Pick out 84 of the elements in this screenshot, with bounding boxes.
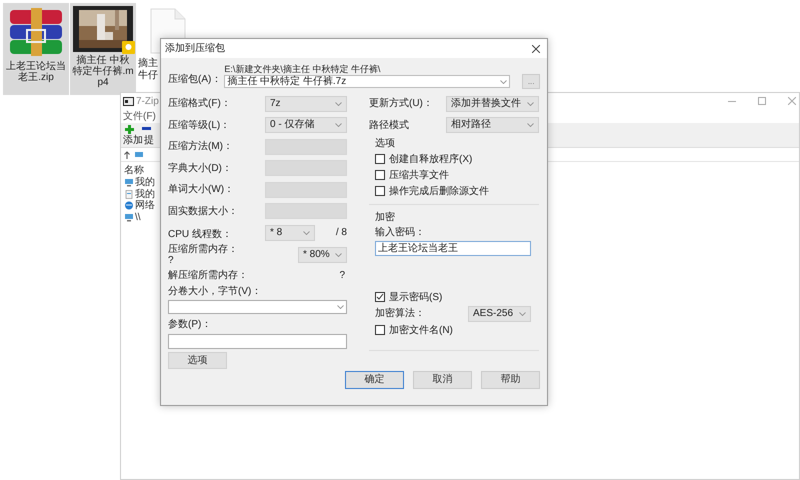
- archive-icon: [8, 6, 64, 58]
- dropdown[interactable]: 0 - 仅存储: [265, 117, 347, 134]
- file-name: 摘主牛仔: [138, 58, 159, 82]
- thread-count: / 8: [336, 226, 347, 240]
- computer-icon: [124, 212, 134, 222]
- chevron-down-icon: [337, 304, 344, 308]
- chevron-down-icon: [303, 230, 310, 235]
- field-label: 压缩包(A)：: [168, 72, 222, 87]
- checkbox[interactable]: [375, 325, 385, 335]
- field-label: 压缩方法(M)：: [168, 140, 233, 154]
- checkbox-label: 操作完成后删除源文件: [389, 184, 489, 198]
- group-title: 加密: [375, 211, 396, 225]
- minus-icon[interactable]: [142, 127, 151, 131]
- chevron-down-icon: [335, 253, 342, 257]
- desktop-icon[interactable]: 摘主任 中秋特定牛仔裤.mp4: [70, 3, 136, 95]
- checkbox[interactable]: [375, 292, 385, 302]
- checkbox-label: 显示密码(S): [389, 290, 442, 304]
- chevron-down-icon: [527, 102, 534, 106]
- checkbox-label: 创建自释放程序(X): [389, 152, 472, 166]
- checkbox-label: 压缩共享文件: [389, 168, 449, 182]
- options-button[interactable]: 选项: [168, 352, 227, 368]
- checkbox[interactable]: [375, 186, 385, 196]
- field-label: CPU 线程数：: [168, 228, 232, 240]
- toolbar-button[interactable]: 添加: [123, 135, 143, 147]
- field-label: 输入密码：: [375, 227, 426, 239]
- memory-value: ?: [339, 269, 345, 283]
- checkbox[interactable]: [375, 170, 385, 180]
- dropdown[interactable]: 相对路径: [446, 117, 539, 134]
- checkbox-label: 加密文件名(N): [389, 324, 453, 338]
- password-field[interactable]: 上老王论坛当老王: [375, 241, 531, 256]
- plus-icon[interactable]: [125, 124, 134, 134]
- field-label: 字典大小(D)：: [168, 162, 232, 176]
- list-item[interactable]: 我的: [135, 188, 155, 200]
- field-label: 路径模式: [369, 118, 409, 133]
- field-label: 压缩等级(L)：: [168, 118, 230, 133]
- desktop-icon[interactable]: 上老王论坛当老王.zip: [3, 3, 69, 95]
- memory-value: ?: [168, 255, 175, 266]
- dropdown[interactable]: * 80%: [298, 247, 347, 263]
- field-label: 加密算法：: [375, 306, 425, 321]
- dialog-button[interactable]: 帮助: [481, 370, 540, 388]
- list-item[interactable]: 网络: [135, 200, 155, 212]
- chevron-down-icon: [335, 123, 342, 128]
- window-title: 7-Zip: [136, 94, 159, 108]
- archive-name-combo[interactable]: 摘主任 中秋特定 牛仔裤.7z: [224, 75, 510, 88]
- dialog-title: 添加到压缩包: [165, 42, 225, 56]
- archive-path: E:\新建文件夹\摘主任 中秋特定 牛仔裤\: [224, 64, 382, 75]
- network-icon: [124, 201, 134, 210]
- chevron-down-icon: [335, 102, 342, 106]
- dropdown[interactable]: 添加并替换文件: [446, 96, 539, 112]
- field-label: 固实数据大小：: [168, 204, 238, 219]
- menu-item[interactable]: 文件(F): [123, 108, 156, 124]
- chevron-down-icon: [500, 80, 508, 84]
- file-name: 上老王论坛当老王.zip: [5, 61, 67, 83]
- parameters-field[interactable]: [168, 334, 347, 348]
- split-size-combo[interactable]: [168, 300, 347, 314]
- dropdown[interactable]: 7z: [265, 96, 347, 112]
- field-label: 单词大小(W)：: [168, 182, 234, 198]
- file-name: 摘主任 中秋特定牛仔裤.mp4: [72, 55, 134, 88]
- field-label: 解压缩所需内存：: [168, 268, 248, 283]
- chevron-down-icon: [527, 123, 534, 128]
- list-item[interactable]: 我的: [135, 177, 155, 188]
- computer-icon: [124, 178, 134, 188]
- field-label: 压缩格式(F)：: [168, 96, 231, 112]
- up-arrow-icon[interactable]: [124, 150, 130, 158]
- badge-icon: [122, 41, 135, 54]
- close-icon[interactable]: [532, 44, 540, 52]
- dialog-button[interactable]: 取消: [413, 370, 472, 388]
- dropdown[interactable]: * 8: [265, 224, 315, 241]
- toolbar-button[interactable]: 提: [144, 135, 154, 147]
- chevron-down-icon: [519, 312, 526, 316]
- list-item[interactable]: \\: [135, 212, 141, 223]
- group-title: 选项: [375, 137, 396, 151]
- document-icon: [124, 190, 134, 199]
- checkbox[interactable]: [375, 154, 385, 164]
- computer-icon: [134, 150, 144, 158]
- app-logo-icon: [123, 96, 134, 106]
- field-label: 分卷大小，字节(V)：: [168, 286, 262, 298]
- field-label: 更新方式(U)：: [369, 96, 433, 112]
- minimize-icon[interactable]: [728, 100, 736, 102]
- dropdown[interactable]: AES-256: [468, 306, 531, 322]
- field-label: 参数(P)：: [168, 318, 212, 330]
- maximize-icon[interactable]: [758, 97, 766, 105]
- dialog-button[interactable]: 确定: [345, 370, 404, 388]
- field-label: 压缩所需内存：: [168, 244, 238, 255]
